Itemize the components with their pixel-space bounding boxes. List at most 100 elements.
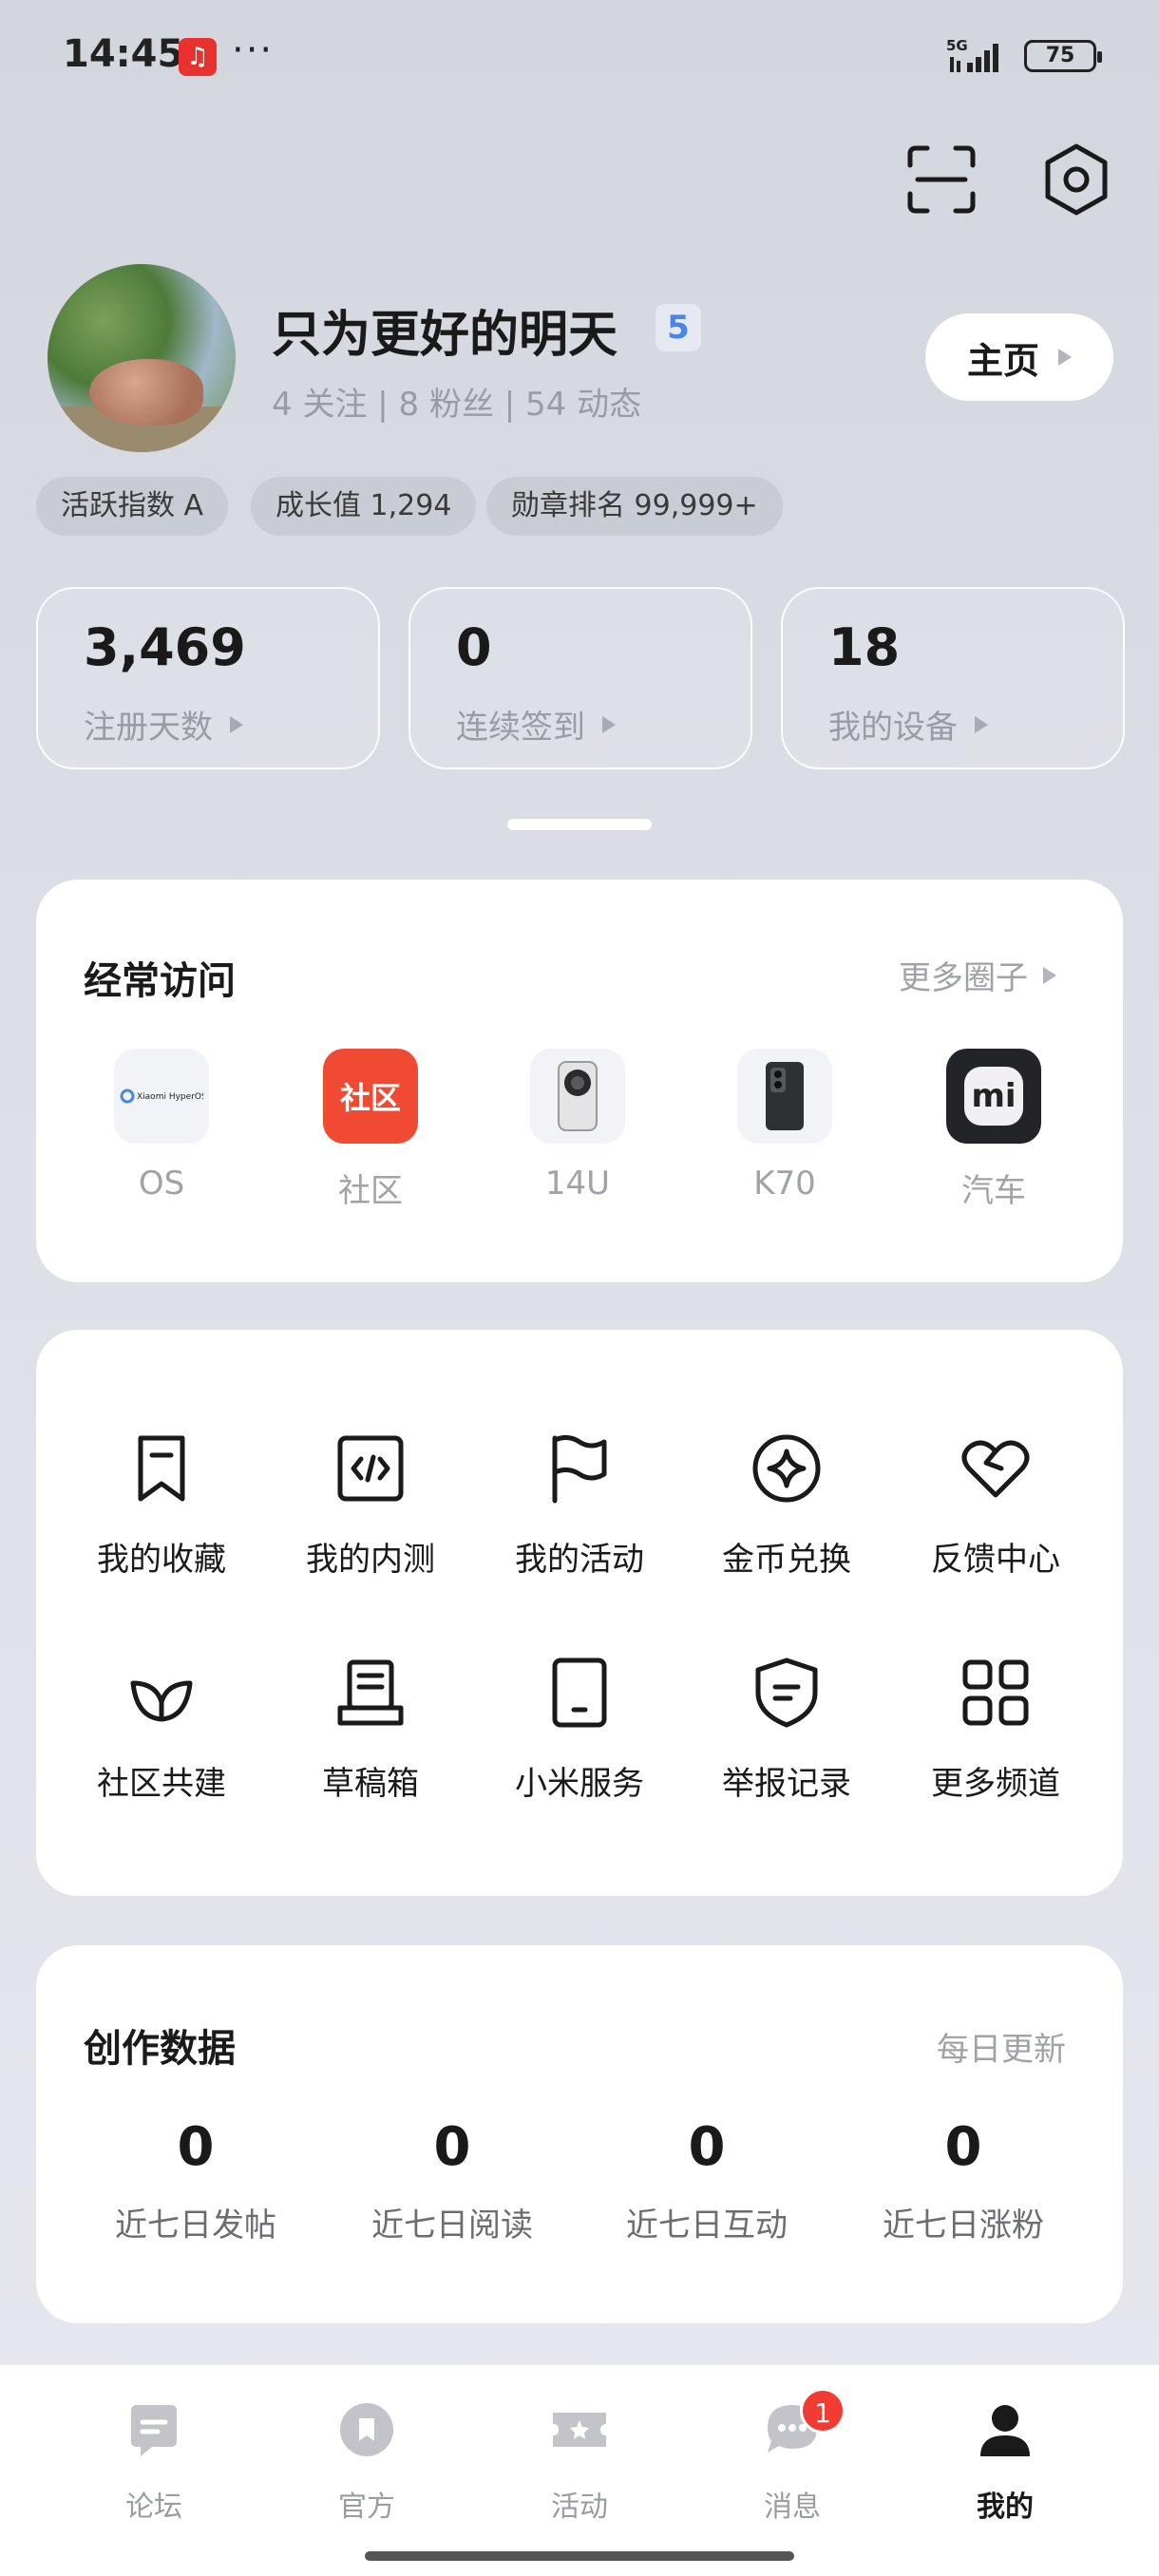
metric-value: 0 [177,2116,215,2178]
daily-update-note: 每日更新 [937,2031,1066,2069]
tab-messages[interactable]: 1 消息 [716,2388,868,2525]
visit-label: OS [138,1165,185,1203]
status-bar: 14:45 ♫ ··· 5G 75 [0,0,1159,114]
metric-interactions[interactable]: 0 近七日互动 [593,2116,821,2245]
battery-icon: 75 [1024,40,1102,72]
chip-medal-rank[interactable]: 勋章排名 99,999+ [486,477,783,536]
arrow-right-icon [1043,966,1056,984]
network-type-label: 5G [946,37,968,54]
frequent-visits-title: 经常访问 [84,959,236,1003]
grid-label: 社区共建 [97,1765,226,1803]
nav-label: 活动 [551,2491,608,2524]
grid-label: 更多频道 [931,1765,1060,1803]
metric-followers[interactable]: 0 近七日涨粉 [849,2116,1077,2245]
tablet-icon [552,1657,607,1728]
scan-icon[interactable] [904,142,978,217]
visit-label: 汽车 [961,1172,1026,1210]
nav-label: 论坛 [125,2491,182,2524]
visit-label: 社区 [338,1172,403,1210]
stat-card-devices[interactable]: 18 我的设备 [781,587,1125,769]
xiaomi-service-item[interactable]: 小米服务 [484,1655,674,1804]
visit-item-k70[interactable]: K70 [709,1049,861,1203]
grid-label: 举报记录 [722,1765,851,1803]
metric-posts[interactable]: 0 近七日发帖 [82,2116,310,2245]
community-build-item[interactable]: 社区共建 [66,1655,256,1804]
chip-growth-value[interactable]: 成长值 1,294 [251,477,477,536]
hyperos-wordmark: Xiaomi HyperOS [137,1092,203,1102]
nav-label: 我的 [977,2491,1034,2524]
grid-label: 反馈中心 [931,1541,1060,1579]
home-page-button-label: 主页 [966,339,1039,382]
drafts-item[interactable]: 草稿箱 [276,1655,466,1804]
grid-label: 我的内测 [306,1541,435,1579]
status-time: 14:45 [63,32,184,76]
stat-value: 18 [828,617,901,677]
forum-icon [131,2405,177,2456]
stat-card-checkin[interactable]: 0 连续签到 [408,587,752,769]
my-favorites-item[interactable]: 我的收藏 [66,1430,256,1580]
phone-14u-icon [530,1049,625,1144]
stat-value: 0 [456,617,492,677]
feature-grid-card [36,1330,1123,1896]
stat-label: 注册天数 [84,709,213,747]
tab-official[interactable]: 官方 [291,2399,443,2525]
metric-reads[interactable]: 0 近七日阅读 [338,2116,566,2245]
home-indicator[interactable] [365,2551,794,2561]
visit-item-14u[interactable]: 14U [502,1049,654,1203]
visit-item-os[interactable]: Xiaomi HyperOS OS [86,1049,238,1203]
more-notifications-icon: ··· [232,28,275,72]
arrow-right-icon [230,715,243,733]
my-beta-item[interactable]: 我的内测 [276,1430,466,1580]
stat-card-register-days[interactable]: 3,469 注册天数 [36,587,380,769]
grid-label: 草稿箱 [322,1765,419,1803]
draft-box-icon [337,1659,404,1726]
tab-forum[interactable]: 论坛 [78,2399,230,2525]
my-activities-item[interactable]: 我的活动 [484,1430,674,1580]
more-circles-link[interactable]: 更多圈子 [899,952,1056,998]
feedback-center-item[interactable]: 反馈中心 [901,1430,1091,1580]
code-icon [337,1435,404,1502]
coin-star-icon [752,1434,821,1503]
level-badge: 5 [656,304,701,351]
bookmark-icon [138,1435,185,1502]
nav-label: 官方 [338,2491,395,2524]
grid-label: 小米服务 [515,1765,644,1803]
grid-label: 我的收藏 [97,1541,226,1579]
avatar[interactable] [48,264,236,452]
metric-value: 0 [944,2116,982,2178]
netease-music-icon: ♫ [179,38,217,76]
unread-badge: 1 [800,2388,846,2434]
chip-activity-index[interactable]: 活跃指数 A [36,477,229,536]
metric-value: 0 [433,2116,471,2178]
report-records-item[interactable]: 举报记录 [692,1655,882,1804]
official-icon [340,2403,393,2456]
person-icon [980,2405,1030,2456]
community-icon-text: 社区 [339,1080,401,1116]
tab-activity[interactable]: 活动 [504,2399,656,2525]
community-icon: 社区 [323,1049,418,1144]
grid-label: 金币兑换 [722,1541,851,1579]
settings-hexagon-icon[interactable] [1039,142,1113,217]
tab-mine[interactable]: 我的 [929,2399,1081,2525]
nav-label: 消息 [764,2491,821,2524]
bottom-nav: 论坛 官方 活动 1 消息 我的 [0,2365,1159,2576]
profile-follow-stats[interactable]: 4 关注 | 8 粉丝 | 54 动态 [272,378,641,425]
visit-label: K70 [753,1165,816,1203]
metric-label: 近七日阅读 [371,2207,533,2245]
shield-icon [755,1657,818,1728]
username[interactable]: 只为更好的明天 [272,294,618,366]
metric-label: 近七日互动 [626,2207,788,2245]
drag-handle[interactable] [507,819,652,830]
signal-5g-icon: 5G [946,37,998,72]
visit-item-car[interactable]: mi 汽车 [918,1049,1070,1211]
home-page-button[interactable]: 主页 [925,313,1113,401]
metric-value: 0 [688,2116,726,2178]
coin-exchange-item[interactable]: 金币兑换 [692,1430,882,1580]
stat-label: 我的设备 [828,709,958,747]
ticket-icon [553,2413,606,2447]
phone-k70-icon [737,1049,832,1144]
more-channels-item[interactable]: 更多频道 [901,1655,1091,1804]
mi-car-icon: mi [946,1049,1041,1144]
metric-label: 近七日发帖 [115,2207,276,2245]
visit-item-community[interactable]: 社区 社区 [294,1049,446,1211]
